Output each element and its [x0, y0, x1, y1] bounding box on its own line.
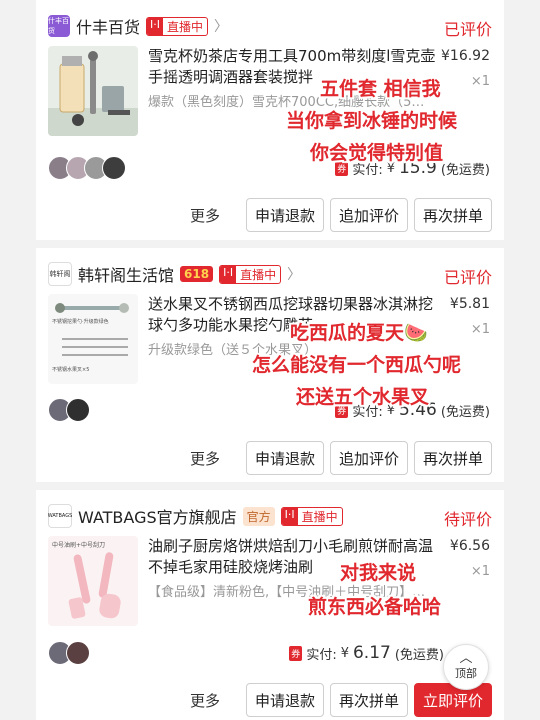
back-to-top-button[interactable]: ︿ 顶部	[443, 644, 489, 690]
action-row: 更多 申请退款 追加评价 再次拼单	[190, 441, 492, 475]
group-avatars	[48, 156, 126, 180]
thumb-caption: 不锈钢挖果勺·升级款绿色	[52, 319, 109, 325]
live-badge[interactable]: I·I 直播中	[219, 264, 282, 284]
action-row: 更多 申请退款 追加评价 再次拼单	[190, 198, 492, 232]
quantity: ×1	[470, 564, 490, 579]
shop-name[interactable]: 韩轩阁生活馆	[78, 262, 174, 286]
refund-button[interactable]: 申请退款	[245, 683, 324, 717]
shop-row[interactable]: 什丰百货 什丰百货 I·I 直播中 〉 已评价	[48, 14, 492, 39]
product-thumbnail[interactable]: 不锈钢挖果勺·升级款绿色 不锈钢水果叉×5	[48, 294, 138, 384]
shop-logo: WATBAGS	[48, 504, 72, 528]
live-icon: I·I	[220, 265, 237, 283]
unit-price: ¥16.92	[441, 48, 490, 64]
avatar	[66, 641, 90, 665]
shop-row[interactable]: 韩轩阁 韩轩阁生活馆 618 I·I 直播中 〉 已评价	[48, 262, 492, 287]
live-icon: I·I	[281, 507, 298, 525]
quantity: ×1	[470, 74, 490, 89]
overlay-caption: 当你拿到冰锤的时候	[286, 110, 458, 132]
review-now-button[interactable]: 立即评价	[413, 683, 492, 717]
more-button[interactable]: 更多	[190, 205, 220, 226]
unit-price: ¥5.81	[449, 296, 490, 312]
reorder-button[interactable]: 再次拼单	[413, 441, 492, 475]
chevron-right-icon: 〉	[287, 267, 302, 283]
avatar	[102, 156, 126, 180]
refund-button[interactable]: 申请退款	[245, 441, 324, 475]
shop-row[interactable]: WATBAGS WATBAGS官方旗舰店 官方 I·I 直播中 待评价	[48, 504, 492, 529]
overlay-caption: 煎东西必备哈哈	[308, 596, 442, 618]
live-badge[interactable]: I·I 直播中	[280, 506, 343, 526]
overlay-caption: 五件套 相信我	[320, 78, 441, 100]
shop-logo: 什丰百货	[48, 15, 70, 37]
shop-name[interactable]: 什丰百货	[76, 14, 140, 38]
unit-price: ¥6.56	[449, 538, 490, 554]
group-avatars	[48, 398, 90, 422]
shop-logo: 韩轩阁	[48, 262, 72, 286]
action-row: 更多 申请退款 再次拼单 立即评价	[190, 683, 492, 717]
overlay-caption: 怎么能没有一个西瓜勺呢	[252, 354, 462, 376]
overlay-caption: 对我来说	[340, 562, 417, 584]
reorder-button[interactable]: 再次拼单	[329, 683, 408, 717]
order-status: 已评价	[443, 268, 492, 287]
reorder-button[interactable]: 再次拼单	[413, 198, 492, 232]
order-status: 待评价	[443, 510, 492, 529]
paid-amount: 券 实付: ¥6.17 (免运费)	[289, 643, 444, 663]
coupon-tag: 券	[289, 645, 303, 661]
order-status: 已评价	[443, 20, 492, 39]
official-badge: 官方	[242, 506, 275, 526]
refund-button[interactable]: 申请退款	[245, 198, 324, 232]
thumb-caption: 不锈钢水果叉×5	[52, 367, 90, 373]
avatar	[66, 398, 90, 422]
product-thumbnail[interactable]	[48, 46, 138, 136]
live-icon: I·I	[147, 17, 164, 35]
shop-name[interactable]: WATBAGS官方旗舰店	[78, 504, 237, 528]
live-badge[interactable]: I·I 直播中	[146, 16, 209, 36]
overlay-caption: 吃西瓜的夏天🍉	[290, 322, 428, 344]
overlay-caption: 还送五个水果叉	[296, 386, 430, 408]
group-avatars	[48, 641, 90, 665]
quantity: ×1	[470, 322, 490, 337]
chevron-right-icon: 〉	[214, 19, 229, 35]
promo-badge-618: 618	[180, 266, 214, 282]
overlay-caption: 你会觉得特别值	[310, 142, 444, 164]
more-button[interactable]: 更多	[190, 448, 220, 469]
more-button[interactable]: 更多	[190, 690, 220, 711]
add-review-button[interactable]: 追加评价	[329, 198, 408, 232]
thumb-caption: 中号油刷+中号刮刀	[52, 542, 106, 549]
product-thumbnail[interactable]: 中号油刷+中号刮刀	[48, 536, 138, 626]
add-review-button[interactable]: 追加评价	[329, 441, 408, 475]
chevron-up-icon: ︿	[459, 651, 473, 666]
